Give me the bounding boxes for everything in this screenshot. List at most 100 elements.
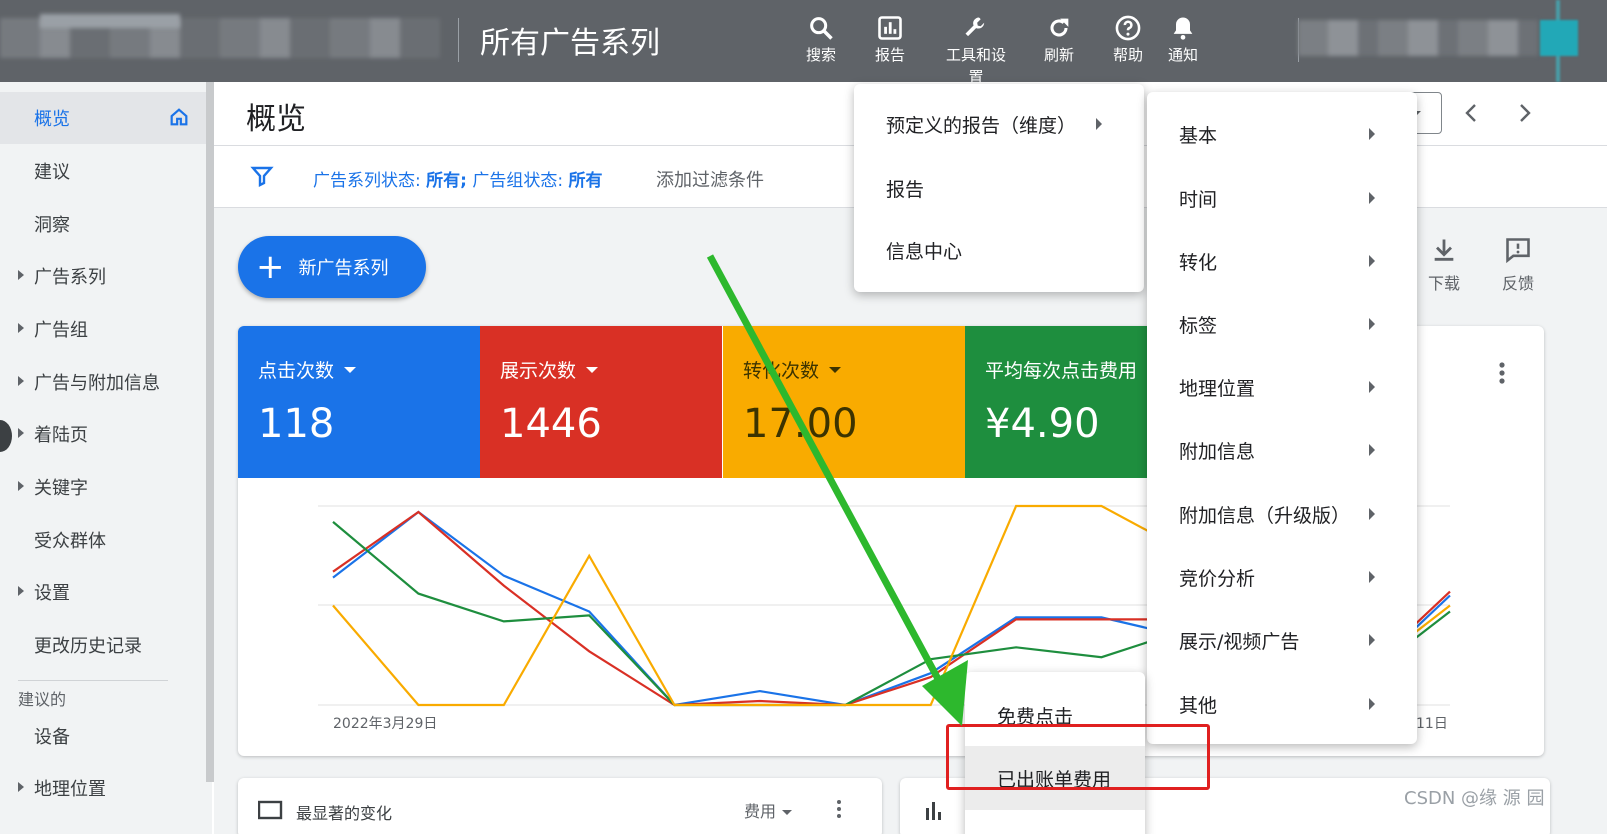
caret-down-icon[interactable] <box>829 366 842 373</box>
sidebar-item-recommendations[interactable]: 建议 <box>0 145 206 197</box>
expand-caret-icon <box>18 270 24 280</box>
chevron-left-icon[interactable] <box>1460 100 1484 126</box>
menu-item-label: 其他 <box>1179 694 1218 717</box>
help-icon <box>1115 15 1141 41</box>
sidebar-item-ad-groups[interactable]: 广告组 <box>0 303 206 355</box>
menu-item-label: 转化 <box>1179 251 1218 274</box>
menu-item-label: 展示/视频广告 <box>1179 630 1300 653</box>
menu-item-labels[interactable]: 标签 <box>1147 292 1417 356</box>
watermark: CSDN @缘 源 园 <box>1404 788 1545 809</box>
metric-value: 118 <box>258 401 335 447</box>
sidebar-item-label: 受众群体 <box>34 531 106 552</box>
notifications-label: 通知 <box>1167 46 1198 64</box>
sidebar-item-change-history[interactable]: 更改历史记录 <box>0 619 206 671</box>
account-id-redacted <box>40 14 180 28</box>
expand-caret-icon <box>18 323 24 333</box>
search-button[interactable]: 搜索 <box>791 12 851 78</box>
more-vert-icon[interactable] <box>834 798 844 818</box>
menu-item-reports[interactable]: 报告 <box>854 158 1144 218</box>
metric-clicks[interactable]: 点击次数 118 <box>238 326 480 478</box>
expand-caret-icon <box>18 782 24 792</box>
metric-selector-label: 费用 <box>744 802 777 821</box>
sidebar-item-insights[interactable]: 洞察 <box>0 198 206 250</box>
download-button[interactable]: 下载 <box>1414 236 1474 294</box>
sidebar-item-label: 关键字 <box>34 478 88 499</box>
new-campaign-label: 新广告系列 <box>298 258 389 279</box>
menu-item-auction-insights[interactable]: 竞价分析 <box>1147 545 1417 609</box>
feedback-button[interactable]: 反馈 <box>1488 236 1548 294</box>
page-heading: 所有广告系列 <box>480 26 660 61</box>
menu-item-label: 报告 <box>886 178 925 201</box>
menu-item-basic[interactable]: 基本 <box>1147 102 1417 166</box>
menu-item-extensions[interactable]: 附加信息 <box>1147 418 1417 482</box>
sidebar-item-label: 广告组 <box>34 320 88 341</box>
reports-label: 报告 <box>874 46 905 64</box>
filter-icon[interactable] <box>250 164 274 188</box>
refresh-button[interactable]: 刷新 <box>1029 12 1089 78</box>
home-icon <box>170 108 188 126</box>
search-icon <box>810 17 833 40</box>
help-button[interactable]: 帮助 <box>1098 12 1158 78</box>
wrench-icon <box>965 17 985 37</box>
menu-item-geographic[interactable]: 地理位置 <box>1147 355 1417 419</box>
sidebar-item-devices[interactable]: 设备 <box>0 710 206 762</box>
metric-selector[interactable]: 费用 <box>744 798 793 822</box>
more-vert-icon[interactable] <box>1492 360 1512 388</box>
reports-button[interactable]: 报告 <box>860 12 920 78</box>
sidebar-item-label: 广告系列 <box>34 267 106 288</box>
metric-conversions[interactable]: 转化次数 17.00 <box>723 326 965 478</box>
bell-icon <box>1173 17 1193 40</box>
metric-value: 1446 <box>500 401 602 447</box>
feedback-icon <box>1506 238 1530 264</box>
menu-item-conversions[interactable]: 转化 <box>1147 229 1417 293</box>
reports-icon <box>878 16 902 40</box>
sidebar-item-ads-extensions[interactable]: 广告与附加信息 <box>0 356 206 408</box>
caret-down-icon <box>782 810 793 815</box>
submenu-arrow-icon <box>1369 192 1375 204</box>
caret-down-icon[interactable] <box>586 366 599 373</box>
plus-icon: + <box>256 247 285 287</box>
sidebar-item-label: 建议 <box>34 162 70 183</box>
sidebar-scrollbar[interactable] <box>206 82 214 782</box>
metric-label: 转化次数 <box>743 360 820 382</box>
sidebar-item-label: 广告与附加信息 <box>34 373 160 394</box>
caret-down-icon[interactable] <box>344 366 357 373</box>
menu-item-time[interactable]: 时间 <box>1147 166 1417 230</box>
menu-item-label: 附加信息（升级版） <box>1179 504 1351 527</box>
menu-item-extensions-upgraded[interactable]: 附加信息（升级版） <box>1147 482 1417 546</box>
sidebar-item-locations[interactable]: 地理位置 <box>0 762 206 814</box>
expand-caret-icon <box>18 376 24 386</box>
menu-item-dashboards[interactable]: 信息中心 <box>854 220 1144 280</box>
sidebar-item-label: 设置 <box>34 583 70 604</box>
active-filters[interactable]: 广告系列状态: 所有; 广告组状态: 所有 <box>313 166 603 191</box>
menu-item-label: 时间 <box>1179 188 1218 211</box>
submenu-arrow-icon <box>1369 381 1375 393</box>
trend-icon <box>258 800 283 820</box>
sidebar-item-label: 更改历史记录 <box>34 636 142 657</box>
feedback-label: 反馈 <box>1501 274 1534 293</box>
sidebar-item-overview[interactable]: 概览 <box>0 92 206 144</box>
avatar[interactable] <box>1540 20 1578 56</box>
menu-item-label: 标签 <box>1179 314 1218 337</box>
metric-label: 点击次数 <box>258 360 335 382</box>
sidebar-item-audiences[interactable]: 受众群体 <box>0 514 206 566</box>
add-filter-button[interactable]: 添加过滤条件 <box>656 166 764 192</box>
menu-item-predefined-reports[interactable]: 预定义的报告（维度） <box>854 94 1144 154</box>
user-account-redacted[interactable] <box>1298 20 1538 56</box>
notifications-button[interactable]: 通知 <box>1153 12 1213 78</box>
bar-chart-icon <box>926 802 941 820</box>
submenu-arrow-icon <box>1369 128 1375 140</box>
submenu-arrow-icon <box>1369 571 1375 583</box>
top-movers-title: 最显著的变化 <box>296 804 393 823</box>
new-campaign-button[interactable]: + 新广告系列 <box>238 236 426 298</box>
topbar-divider <box>458 18 459 62</box>
chevron-right-icon[interactable] <box>1512 100 1536 126</box>
sidebar-item-label: 地理位置 <box>34 779 106 800</box>
sidebar-item-landing-pages[interactable]: 着陆页 <box>0 408 206 460</box>
metric-impressions[interactable]: 展示次数 1446 <box>480 326 722 478</box>
sidebar-item-campaigns[interactable]: 广告系列 <box>0 250 206 302</box>
tools-settings-button[interactable]: 工具和设置 <box>944 12 1008 82</box>
sidebar-item-settings[interactable]: 设置 <box>0 566 206 618</box>
sidebar-item-keywords[interactable]: 关键字 <box>0 461 206 513</box>
menu-item-display-video[interactable]: 展示/视频广告 <box>1147 608 1417 672</box>
